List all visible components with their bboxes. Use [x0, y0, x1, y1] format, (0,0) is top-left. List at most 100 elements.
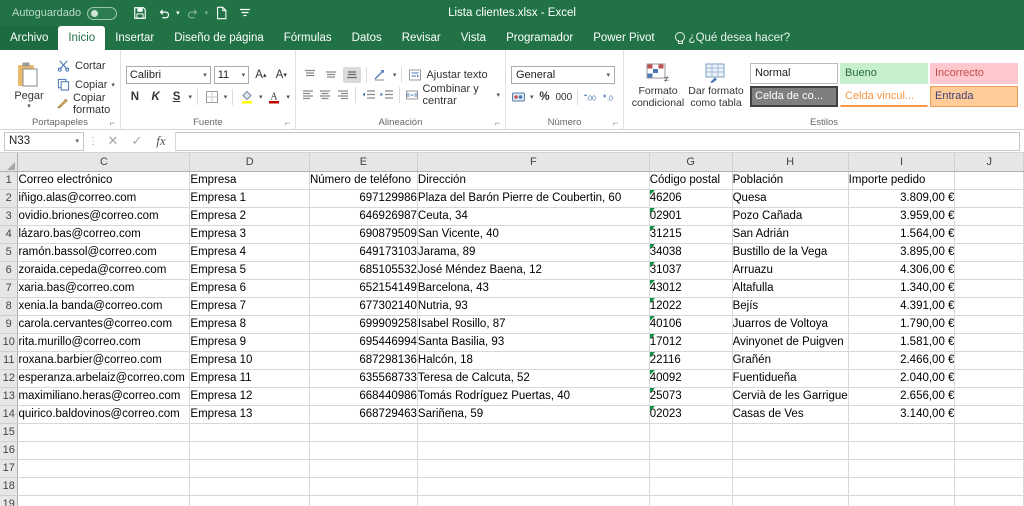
cell-H10[interactable]: Avinyonet de Puigven — [732, 333, 849, 352]
row-header-2[interactable]: 2 — [0, 189, 19, 208]
cell-G3[interactable]: 02901 — [649, 207, 733, 226]
cell-D16[interactable] — [189, 441, 310, 460]
cut-button[interactable]: Cortar — [56, 57, 115, 74]
cell-J7[interactable] — [954, 279, 1024, 298]
row-header-18[interactable]: 18 — [0, 477, 19, 496]
row-header-4[interactable]: 4 — [0, 225, 19, 244]
cell-D4[interactable]: Empresa 3 — [189, 225, 310, 244]
row-header-10[interactable]: 10 — [0, 333, 19, 352]
row-header-9[interactable]: 9 — [0, 315, 19, 334]
cell-D1[interactable]: Empresa — [189, 171, 310, 190]
cell-H6[interactable]: Arruazu — [732, 261, 849, 280]
cell-H15[interactable] — [732, 423, 849, 442]
cell-I8[interactable]: 4.391,00 € — [848, 297, 956, 316]
merge-center-button[interactable]: Combinar y centrar ▾ — [405, 83, 500, 107]
tab-diseno-de-pagina[interactable]: Diseño de página — [164, 26, 274, 50]
cell-E1[interactable]: Número de teléfono — [309, 171, 418, 190]
tab-archivo[interactable]: Archivo — [0, 26, 59, 50]
insert-function-icon[interactable]: fx — [150, 133, 172, 149]
currency-format-icon[interactable] — [511, 88, 527, 107]
cell-F2[interactable]: Plaza del Barón Pierre de Coubertin, 60 — [417, 189, 650, 208]
cell-J14[interactable] — [954, 405, 1024, 424]
row-header-12[interactable]: 12 — [0, 369, 19, 388]
cell-E13[interactable]: 668440986 — [309, 387, 418, 406]
cell-I14[interactable]: 3.140,00 € — [848, 405, 956, 424]
cell-H18[interactable] — [732, 477, 849, 496]
cell-I16[interactable] — [848, 441, 956, 460]
cell-D18[interactable] — [189, 477, 310, 496]
cell-G8[interactable]: 12022 — [649, 297, 733, 316]
cell-E6[interactable]: 685105532 — [309, 261, 418, 280]
wrap-text-button[interactable]: Ajustar texto — [407, 66, 488, 83]
cell-C11[interactable]: roxana.barbier@correo.com — [17, 351, 191, 370]
borders-icon[interactable] — [203, 87, 221, 106]
cell-I9[interactable]: 1.790,00 € — [848, 315, 956, 334]
row-header-8[interactable]: 8 — [0, 297, 19, 316]
underline-button[interactable]: S — [168, 87, 186, 106]
cell-I11[interactable]: 2.466,00 € — [848, 351, 956, 370]
align-left-icon[interactable] — [301, 87, 315, 103]
orientation-dropdown-icon[interactable]: ▾ — [393, 71, 397, 79]
cell-I4[interactable]: 1.564,00 € — [848, 225, 956, 244]
cell-J8[interactable] — [954, 297, 1024, 316]
cell-G19[interactable] — [649, 495, 733, 506]
cell-E18[interactable] — [309, 477, 418, 496]
column-header-j[interactable]: J — [954, 153, 1024, 172]
cell-F3[interactable]: Ceuta, 34 — [417, 207, 650, 226]
cell-D8[interactable]: Empresa 7 — [189, 297, 310, 316]
cell-H13[interactable]: Cervià de les Garrigue — [732, 387, 849, 406]
column-header-e[interactable]: E — [309, 153, 418, 172]
thousands-format-button[interactable]: 000 — [555, 88, 572, 107]
cell-D7[interactable]: Empresa 6 — [189, 279, 310, 298]
tab-power-pivot[interactable]: Power Pivot — [583, 26, 664, 50]
new-document-icon[interactable] — [210, 3, 232, 23]
paste-button[interactable]: Pegar ▾ — [5, 53, 53, 116]
cell-G17[interactable] — [649, 459, 733, 478]
align-bottom-icon[interactable] — [342, 66, 361, 83]
cell-F9[interactable]: Isabel Rosillo, 87 — [417, 315, 650, 334]
cell-H5[interactable]: Bustillo de la Vega — [732, 243, 849, 262]
undo-dropdown-icon[interactable]: ▾ — [176, 9, 180, 17]
cell-D3[interactable]: Empresa 2 — [189, 207, 310, 226]
underline-dropdown-icon[interactable]: ▾ — [188, 93, 192, 101]
cell-J10[interactable] — [954, 333, 1024, 352]
row-header-15[interactable]: 15 — [0, 423, 19, 442]
fill-color-dropdown-icon[interactable]: ▾ — [259, 93, 263, 101]
cell-E19[interactable] — [309, 495, 418, 506]
cell-C18[interactable] — [17, 477, 191, 496]
column-header-d[interactable]: D — [189, 153, 310, 172]
cell-F11[interactable]: Halcón, 18 — [417, 351, 650, 370]
tab-insertar[interactable]: Insertar — [105, 26, 164, 50]
column-header-f[interactable]: F — [417, 153, 650, 172]
cell-J1[interactable] — [954, 171, 1024, 190]
cell-J16[interactable] — [954, 441, 1024, 460]
cell-C10[interactable]: rita.murillo@correo.com — [17, 333, 191, 352]
cell-E5[interactable]: 649173103 — [309, 243, 418, 262]
cell-F19[interactable] — [417, 495, 650, 506]
cell-C8[interactable]: xenia.la banda@correo.com — [17, 297, 191, 316]
format-as-table-button[interactable]: Dar formato como tabla — [688, 60, 744, 109]
cell-F8[interactable]: Nutria, 93 — [417, 297, 650, 316]
fill-color-icon[interactable] — [238, 87, 256, 106]
cell-I18[interactable] — [848, 477, 956, 496]
cell-F17[interactable] — [417, 459, 650, 478]
cell-C5[interactable]: ramón.bassol@correo.com — [17, 243, 191, 262]
redo-dropdown-icon[interactable]: ▾ — [205, 9, 209, 17]
name-box-dropdown-icon[interactable]: ▾ — [75, 137, 79, 145]
cell-D10[interactable]: Empresa 9 — [189, 333, 310, 352]
portapapeles-dialog-launcher-icon[interactable]: ⌐ — [110, 118, 115, 128]
cell-C4[interactable]: lázaro.bas@correo.com — [17, 225, 191, 244]
cell-H11[interactable]: Grañén — [732, 351, 849, 370]
align-right-icon[interactable] — [336, 87, 350, 103]
align-middle-icon[interactable] — [322, 67, 340, 83]
font-size-input[interactable]: 11 ▾ — [213, 65, 250, 84]
cell-D6[interactable]: Empresa 5 — [189, 261, 310, 280]
cell-D12[interactable]: Empresa 11 — [189, 369, 310, 388]
cell-D14[interactable]: Empresa 13 — [189, 405, 310, 424]
cell-I17[interactable] — [848, 459, 956, 478]
row-header-7[interactable]: 7 — [0, 279, 19, 298]
cell-H2[interactable]: Quesa — [732, 189, 849, 208]
column-header-h[interactable]: H — [732, 153, 849, 172]
cell-G15[interactable] — [649, 423, 733, 442]
cell-E10[interactable]: 695446994 — [309, 333, 418, 352]
